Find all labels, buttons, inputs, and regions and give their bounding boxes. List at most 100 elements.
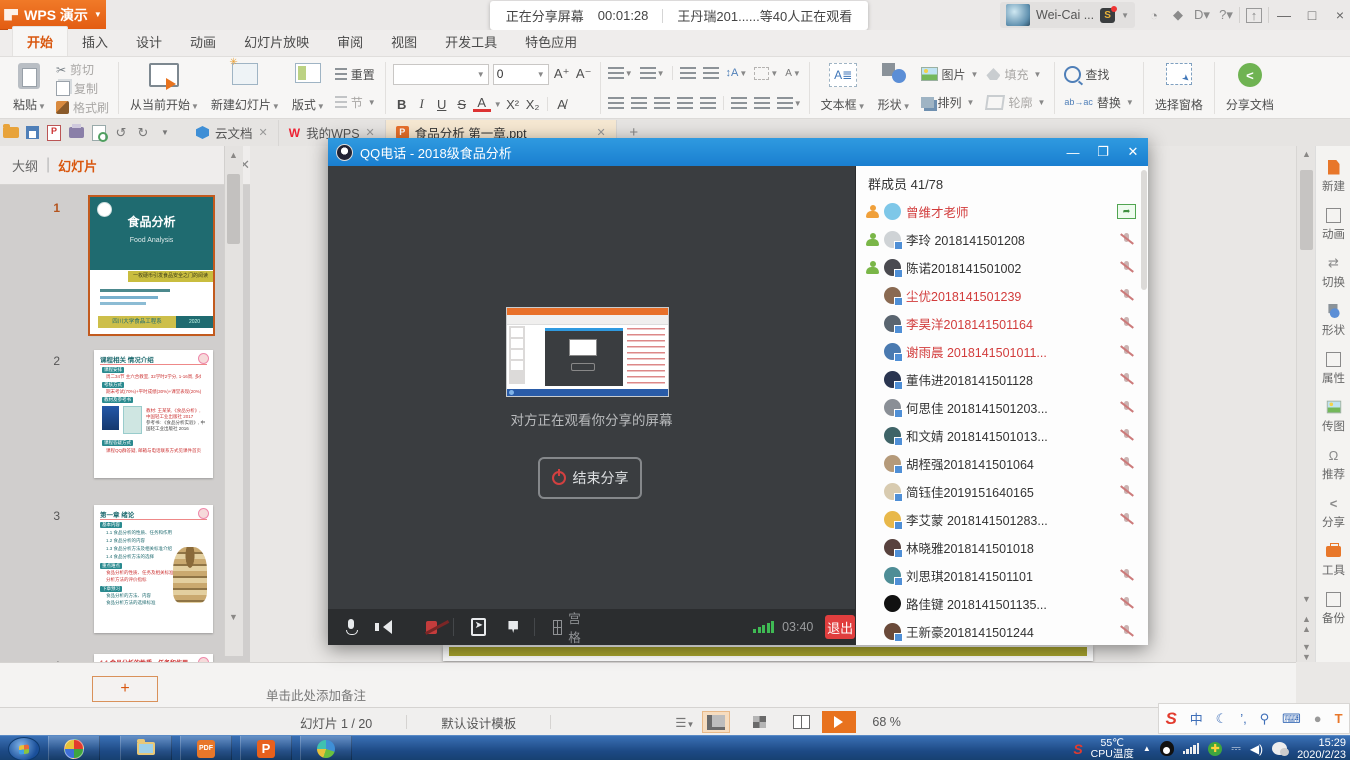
slide-sorter-button[interactable] (746, 712, 772, 732)
align-left-button[interactable] (608, 97, 624, 109)
cut-button[interactable]: ✂剪切 (54, 60, 111, 79)
grid-view-label[interactable]: 宫格 (568, 608, 583, 646)
qq-tray-icon[interactable] (1160, 741, 1174, 756)
taskbar-item-wps[interactable]: P (240, 736, 292, 760)
tray-expand-icon[interactable]: ▲ (1143, 744, 1151, 753)
close-tab-icon[interactable]: ✕ (259, 126, 268, 139)
clock[interactable]: 15:292020/2/23 (1297, 737, 1346, 760)
member-row[interactable]: 尘优2018141501239 (856, 281, 1148, 309)
member-row[interactable]: 曾维才老师 ➦ (856, 197, 1148, 225)
quick-access-menu[interactable]: ▼ (154, 128, 176, 137)
taskbar-item-pdf[interactable]: PDF (180, 736, 232, 760)
member-row[interactable]: 王新豪2018141501244 (856, 617, 1148, 645)
fill-button[interactable]: 填充▼ (984, 65, 1047, 84)
sogou-tray-icon[interactable]: S (1073, 741, 1082, 757)
numbering-button[interactable]: ▼ (640, 67, 665, 79)
export-pdf-icon[interactable]: P (47, 125, 61, 141)
member-list-scrollbar[interactable] (1141, 170, 1147, 290)
align-right-button[interactable] (654, 97, 670, 109)
canvas-scrollbar[interactable]: ▲ ▼ ▲▲ ▼▼ (1296, 146, 1316, 662)
sidebar-item-tools[interactable]: 工具 (1316, 543, 1350, 578)
sogou-logo-icon[interactable]: S (1165, 709, 1176, 729)
slide-thumbnail-3[interactable]: 第一章 绪论 基本内容 1.1 食品分析的性质、任务和作用 1.2 食品分析的内… (94, 505, 213, 633)
chinese-mode-icon[interactable]: 中 (1190, 709, 1203, 728)
moon-icon[interactable]: ☾ (1216, 711, 1228, 727)
sidebar-item-backup[interactable]: 备份 (1316, 591, 1350, 626)
para-spacing-button[interactable] (754, 97, 770, 109)
reading-view-button[interactable] (788, 712, 814, 732)
scroll-up-icon[interactable]: ▲ (225, 150, 242, 160)
exit-call-button[interactable]: 退出 (825, 615, 855, 639)
paste-button[interactable]: 粘贴▼ (9, 60, 50, 116)
justify-button[interactable] (677, 97, 693, 109)
outline-tab[interactable]: 大纲 (12, 156, 38, 175)
slide-thumbnail-1[interactable]: 食品分析 Food Analysis 一枚硬币引发食品安全之门的阅读 四川大学食… (90, 197, 213, 334)
redo-icon[interactable]: ↻ (132, 125, 154, 141)
member-row[interactable]: 简钰佳2019151640165 (856, 477, 1148, 505)
previous-slide-icon[interactable]: ▲▲ (1298, 614, 1315, 634)
member-row[interactable]: 谢雨晨 2018141501011... (856, 337, 1148, 365)
increase-indent-button[interactable] (703, 67, 719, 79)
dotted-frame-button[interactable]: ▼ (754, 67, 778, 80)
tab-animation[interactable]: 动画 (176, 27, 230, 56)
power-plug-icon[interactable]: ⎓ (1231, 741, 1241, 756)
tab-special[interactable]: 特色应用 (511, 27, 591, 56)
bold-button[interactable]: B (393, 97, 411, 112)
font-size-combobox[interactable]: 0▼ (493, 64, 549, 85)
scroll-down-icon[interactable]: ▼ (225, 612, 242, 622)
sidebar-item-new[interactable]: 新建 (1316, 159, 1350, 194)
tab-design[interactable]: 设计 (122, 27, 176, 56)
sidebar-item-share[interactable]: <分享 (1316, 495, 1350, 530)
font-color-button[interactable]: A (473, 97, 491, 112)
cpu-temp[interactable]: 55℃CPU温度 (1091, 738, 1134, 760)
account-chip[interactable]: Wei-Cai ... S ▼ (1000, 2, 1135, 28)
share-doc-button[interactable]: < 分享文档 (1222, 60, 1278, 116)
sidebar-item-shapes[interactable]: 形状 (1316, 303, 1350, 338)
normal-view-button[interactable] (702, 711, 730, 733)
design-template[interactable]: 默认设计模板 (441, 713, 516, 732)
selection-pane-button[interactable]: 选择窗格 (1151, 60, 1207, 116)
member-row[interactable]: 胡桎强2018141501064 (856, 449, 1148, 477)
layout-button[interactable]: 版式▼ (288, 60, 329, 116)
replace-button[interactable]: ab→ac替换▼ (1062, 93, 1135, 112)
italic-button[interactable]: I (413, 96, 431, 112)
reset-button[interactable]: 重置 (333, 65, 378, 84)
gem-icon[interactable]: ◆ (1167, 7, 1189, 23)
member-row[interactable]: 李艾蒙 2018141501283... (856, 505, 1148, 533)
microphone-button[interactable] (346, 619, 352, 635)
sidebar-item-recommend[interactable]: Ω推荐 (1316, 447, 1350, 482)
maximize-button[interactable]: □ (1299, 7, 1325, 23)
spacing-options-button[interactable]: ▼ (777, 97, 802, 109)
end-share-button[interactable]: 结束分享 (538, 457, 642, 499)
help-menu[interactable]: ?▾ (1215, 7, 1237, 23)
taskbar-item-explorer[interactable] (120, 736, 172, 760)
undo-icon[interactable]: ↺ (110, 125, 132, 141)
slideshow-play-button[interactable] (822, 711, 856, 733)
text-direction-button[interactable]: ↕A▼ (726, 67, 748, 79)
sidebar-item-transition[interactable]: ⇄切换 (1316, 255, 1350, 290)
share-status-banner[interactable]: 正在分享屏幕 00:01:28 王丹瑞201......等40人正在观看 (490, 1, 868, 30)
tab-insert[interactable]: 插入 (68, 27, 122, 56)
print-icon[interactable] (69, 127, 84, 138)
decrease-indent-button[interactable] (680, 67, 696, 79)
sidebar-item-upload-image[interactable]: 传图 (1316, 399, 1350, 434)
sync-icon[interactable]: ◔ (1143, 8, 1165, 23)
next-slide-icon[interactable]: ▼▼ (1298, 642, 1315, 662)
scroll-down-icon[interactable]: ▼ (1298, 594, 1315, 604)
scrollbar-thumb[interactable] (1300, 170, 1313, 250)
punctuation-icon[interactable]: ’, (1240, 711, 1247, 726)
member-row[interactable]: 李昊洋2018141501164 (856, 309, 1148, 337)
slide-thumbnail-2[interactable]: 课程相关 情况介绍 课程安排 周二34节 主六合教室, 32学时2学分, 1-1… (94, 350, 213, 478)
doc-tab-cloud[interactable]: 云文档✕ (186, 120, 279, 146)
arrange-button[interactable]: 排列▼ (919, 93, 981, 112)
member-row[interactable]: 何思佳 2018141501203... (856, 393, 1148, 421)
picture-button[interactable]: 图片▼ (919, 65, 981, 84)
member-row[interactable]: 林晓雅2018141501018 (856, 533, 1148, 561)
save-icon[interactable] (26, 126, 39, 139)
section-button[interactable]: 节▼ (333, 93, 378, 112)
underline-button[interactable]: U (433, 97, 451, 112)
new-slide-button[interactable]: 新建幻灯片▼ (207, 60, 284, 116)
network-signal-icon[interactable] (1183, 743, 1200, 754)
skin-menu[interactable]: D▾ (1191, 7, 1213, 23)
speaker-button[interactable] (376, 620, 392, 634)
